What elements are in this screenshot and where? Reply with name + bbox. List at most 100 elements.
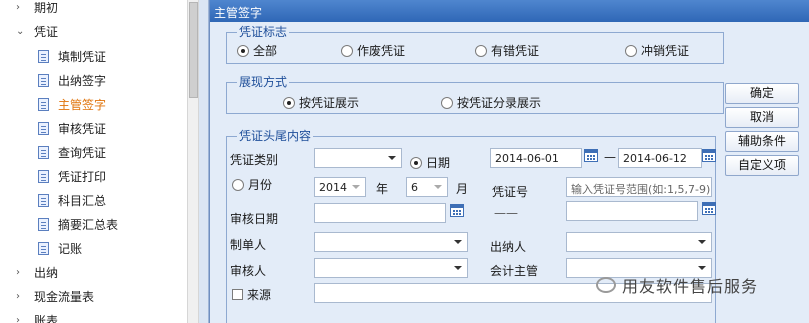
header-tail-legend: 凭证头尾内容 xyxy=(237,129,314,143)
chevron-down-icon: ⌄ xyxy=(16,25,25,37)
radio-all[interactable]: 全部 xyxy=(237,42,277,59)
display-mode-legend: 展现方式 xyxy=(237,75,290,89)
dialog-title: 主管签字 xyxy=(210,0,809,22)
voucher-flag-legend: 凭证标志 xyxy=(237,25,290,39)
chevron-down-icon xyxy=(352,185,360,189)
radio-reversal[interactable]: 冲销凭证 xyxy=(625,42,689,59)
nav-sub-item[interactable]: 查询凭证 xyxy=(0,141,106,163)
radio-month[interactable]: 月份 xyxy=(232,176,272,193)
voucher-no-label: 凭证号 xyxy=(492,185,529,199)
chevron-right-icon: › xyxy=(16,1,20,13)
calendar-icon[interactable] xyxy=(702,202,716,215)
nav-sub-item[interactable]: 记账 xyxy=(0,237,82,259)
nav-sub-label: 出纳签字 xyxy=(58,73,107,88)
year-unit: 年 xyxy=(376,182,389,196)
nav-sub-item[interactable]: 摘要汇总表 xyxy=(0,213,118,235)
nav-sub-item[interactable]: 出纳签字 xyxy=(0,69,106,91)
nav-item-label: 凭证 xyxy=(34,24,59,39)
nav-sub-item[interactable]: 审核凭证 xyxy=(0,117,106,139)
radio-label: 全部 xyxy=(253,44,278,58)
checkbox-box xyxy=(232,289,243,300)
document-icon xyxy=(38,193,49,207)
chevron-right-icon: › xyxy=(16,266,20,278)
nav-sub-label: 记账 xyxy=(58,241,83,256)
date-to-input[interactable]: 2014-06-12 xyxy=(618,148,702,168)
nav-item-chuna[interactable]: › 出纳 xyxy=(0,261,58,283)
watermark-text: 用友软件售后服务 xyxy=(622,277,759,296)
calendar-icon[interactable] xyxy=(450,204,464,217)
nav-scrollbar[interactable] xyxy=(187,0,199,323)
wechat-icon xyxy=(596,277,616,293)
nav-sub-label: 查询凭证 xyxy=(58,145,107,160)
radio-by-voucher[interactable]: 按凭证展示 xyxy=(283,94,359,111)
radio-label: 作废凭证 xyxy=(357,44,406,58)
nav-sub-label: 科目汇总 xyxy=(58,193,107,208)
radio-void[interactable]: 作废凭证 xyxy=(341,42,405,59)
nav-sub-label: 摘要汇总表 xyxy=(58,217,119,232)
document-icon xyxy=(38,121,49,135)
chevron-right-icon: › xyxy=(16,290,20,302)
radio-label: 冲销凭证 xyxy=(641,44,690,58)
chevron-right-icon: › xyxy=(16,314,20,323)
radio-dot xyxy=(410,156,422,169)
calendar-icon[interactable] xyxy=(702,149,716,162)
audit-date-separator: —— xyxy=(494,206,518,220)
document-icon xyxy=(38,241,49,255)
radio-label: 有错凭证 xyxy=(491,44,540,58)
radio-date[interactable]: 日期 xyxy=(410,154,450,171)
month-select[interactable]: 6 xyxy=(406,177,448,197)
cancel-button[interactable]: 取消 xyxy=(725,107,799,128)
maker-select[interactable] xyxy=(314,232,468,252)
nav-sub-item[interactable]: 填制凭证 xyxy=(0,45,106,67)
nav-tree: › 期初 ⌄ 凭证 填制凭证 出纳签字 主管签字 审核凭证 查询凭证 凭证打印 … xyxy=(0,0,188,323)
month-value: 6 xyxy=(411,181,418,194)
watermark: 用友软件售后服务 xyxy=(596,273,758,297)
source-checkbox[interactable]: 来源 xyxy=(232,286,271,303)
nav-sub-item[interactable]: 凭证打印 xyxy=(0,165,106,187)
radio-by-entry[interactable]: 按凭证分录展示 xyxy=(441,94,541,111)
ok-button[interactable]: 确定 xyxy=(725,83,799,104)
auditor-label: 审核人 xyxy=(230,264,267,278)
nav-item-label: 账表 xyxy=(34,313,59,323)
radio-label: 月份 xyxy=(248,178,273,192)
nav-sub-item-active[interactable]: 主管签字 xyxy=(0,93,106,115)
document-icon xyxy=(38,217,49,231)
radio-error[interactable]: 有错凭证 xyxy=(475,42,539,59)
nav-item-pingzheng[interactable]: ⌄ 凭证 xyxy=(0,20,58,42)
nav-sub-label: 填制凭证 xyxy=(58,49,107,64)
cashier-select[interactable] xyxy=(566,232,712,252)
nav-item-zhangbiao[interactable]: › 账表 xyxy=(0,309,58,323)
date-from-input[interactable]: 2014-06-01 xyxy=(490,148,582,168)
nav-sub-label: 主管签字 xyxy=(58,97,107,112)
chevron-down-icon xyxy=(698,240,706,244)
auditor-select[interactable] xyxy=(314,258,468,278)
radio-dot xyxy=(232,178,244,191)
nav-item-qichu[interactable]: › 期初 xyxy=(0,0,58,18)
voucher-no-input[interactable]: 输入凭证号范围(如:1,5,7-9) xyxy=(566,177,712,197)
calendar-icon[interactable] xyxy=(584,149,598,162)
radio-label: 日期 xyxy=(426,156,451,170)
nav-item-xianjinliuliang[interactable]: › 现金流量表 xyxy=(0,285,94,307)
pane-splitter[interactable] xyxy=(199,0,209,323)
radio-dot xyxy=(475,44,487,57)
month-unit: 月 xyxy=(456,182,469,196)
scrollbar-thumb[interactable] xyxy=(189,2,198,98)
nav-item-label: 出纳 xyxy=(34,265,59,280)
audit-date-to-input[interactable] xyxy=(566,201,698,221)
audit-date-from-input[interactable] xyxy=(314,203,446,223)
chevron-down-icon xyxy=(434,185,442,189)
document-icon xyxy=(38,49,49,63)
nav-sub-item[interactable]: 科目汇总 xyxy=(0,189,106,211)
year-value: 2014 xyxy=(319,181,347,194)
aux-condition-button[interactable]: 辅助条件 xyxy=(725,131,799,152)
cashier-label: 出纳人 xyxy=(490,240,527,254)
voucher-type-select[interactable] xyxy=(314,148,402,168)
source-label: 来源 xyxy=(247,288,272,302)
year-select[interactable]: 2014 xyxy=(314,177,366,197)
radio-label: 按凭证分录展示 xyxy=(457,96,542,110)
display-mode-group: 展现方式 按凭证展示 按凭证分录展示 xyxy=(226,75,724,114)
chevron-down-icon xyxy=(454,266,462,270)
voucher-type-label: 凭证类别 xyxy=(230,153,279,167)
custom-items-button[interactable]: 自定义项 xyxy=(725,155,799,176)
radio-dot xyxy=(283,96,295,109)
